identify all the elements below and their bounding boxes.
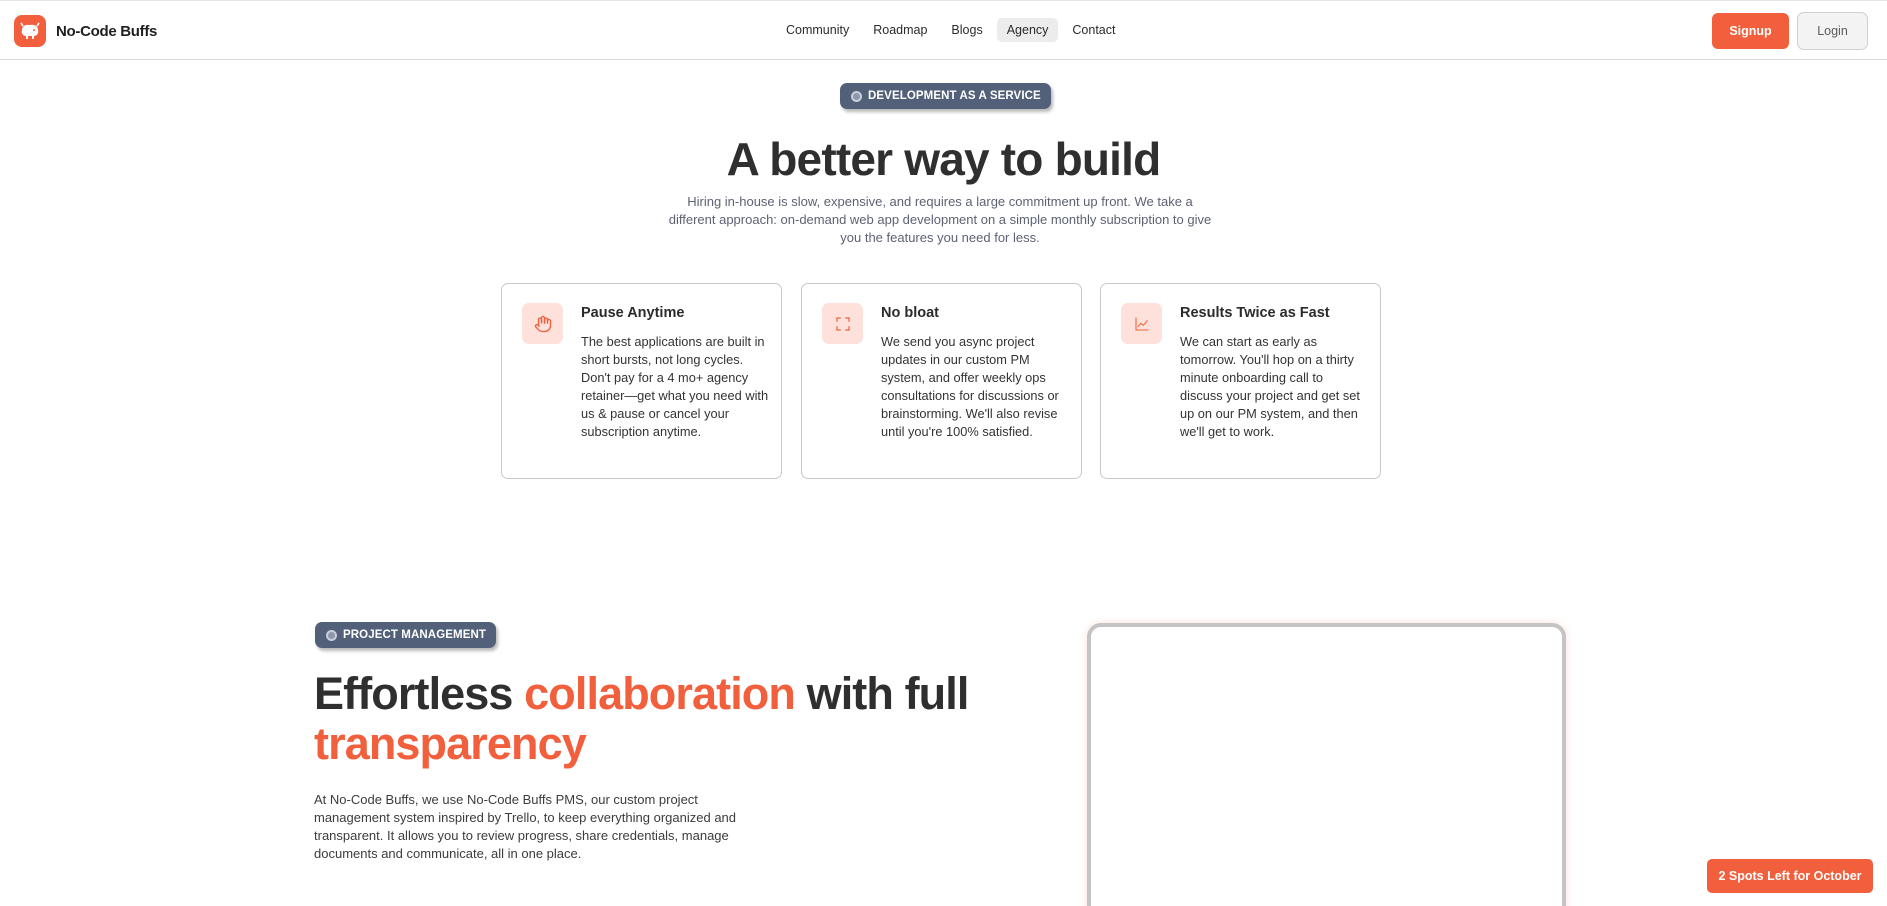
feature-description: We can start as early as tomorrow. You'l… (1180, 334, 1360, 439)
chart-line-icon (1121, 303, 1162, 344)
project-management-badge-label: PROJECT MANAGEMENT (343, 629, 487, 641)
buffalo-logo-icon (14, 15, 46, 47)
title-highlight: collaboration (524, 668, 796, 719)
feature-card-no-bloat: No bloat We send you async project updat… (801, 283, 1082, 479)
title-part: with full (794, 668, 970, 719)
project-management-badge: PROJECT MANAGEMENT (315, 622, 497, 648)
nav-item-community[interactable]: Community (776, 18, 859, 42)
feature-title: Results Twice as Fast (1180, 305, 1330, 321)
nav-item-agency[interactable]: Agency (996, 18, 1059, 42)
title-part: Effortless (314, 668, 525, 719)
title-highlight: transparency (314, 718, 587, 769)
hero-subtitle: Hiring in-house is slow, expensive, and … (668, 194, 1212, 245)
nav-item-roadmap[interactable]: Roadmap (863, 18, 937, 42)
brand[interactable]: No-Code Buffs (14, 15, 157, 47)
feature-title: No bloat (881, 305, 939, 321)
brand-name: No-Code Buffs (56, 22, 158, 40)
feature-card-results: Results Twice as Fast We can start as ea… (1100, 283, 1381, 479)
section-description: At No-Code Buffs, we use No-Code Buffs P… (314, 792, 737, 861)
hero-badge: DEVELOPMENT AS A SERVICE (840, 83, 1051, 109)
feature-description: We send you async project updates in our… (881, 334, 1059, 439)
badge-dot-icon (851, 90, 862, 102)
expand-icon (822, 303, 863, 344)
nav-item-blogs[interactable]: Blogs (941, 18, 992, 42)
main-nav: Community Roadmap Blogs Agency Contact (776, 18, 1126, 42)
nav-item-contact[interactable]: Contact (1062, 18, 1125, 42)
hand-icon (522, 303, 563, 344)
top-navbar: No-Code Buffs Community Roadmap Blogs Ag… (0, 0, 1887, 60)
hero-badge-label: DEVELOPMENT AS A SERVICE (868, 90, 1041, 102)
login-button[interactable]: Login (1797, 12, 1868, 50)
badge-dot-icon (326, 629, 337, 641)
spots-left-button[interactable]: 2 Spots Left for October (1707, 859, 1873, 893)
signup-button[interactable]: Signup (1712, 13, 1789, 49)
feature-card-pause: Pause Anytime The best applications are … (501, 283, 782, 479)
hero-title: A better way to build (726, 133, 1162, 185)
feature-title: Pause Anytime (581, 305, 685, 321)
section-title: Effortless collaboration with full trans… (314, 669, 1034, 769)
feature-description: The best applications are built in short… (581, 334, 769, 439)
pms-preview-frame (1087, 623, 1566, 906)
